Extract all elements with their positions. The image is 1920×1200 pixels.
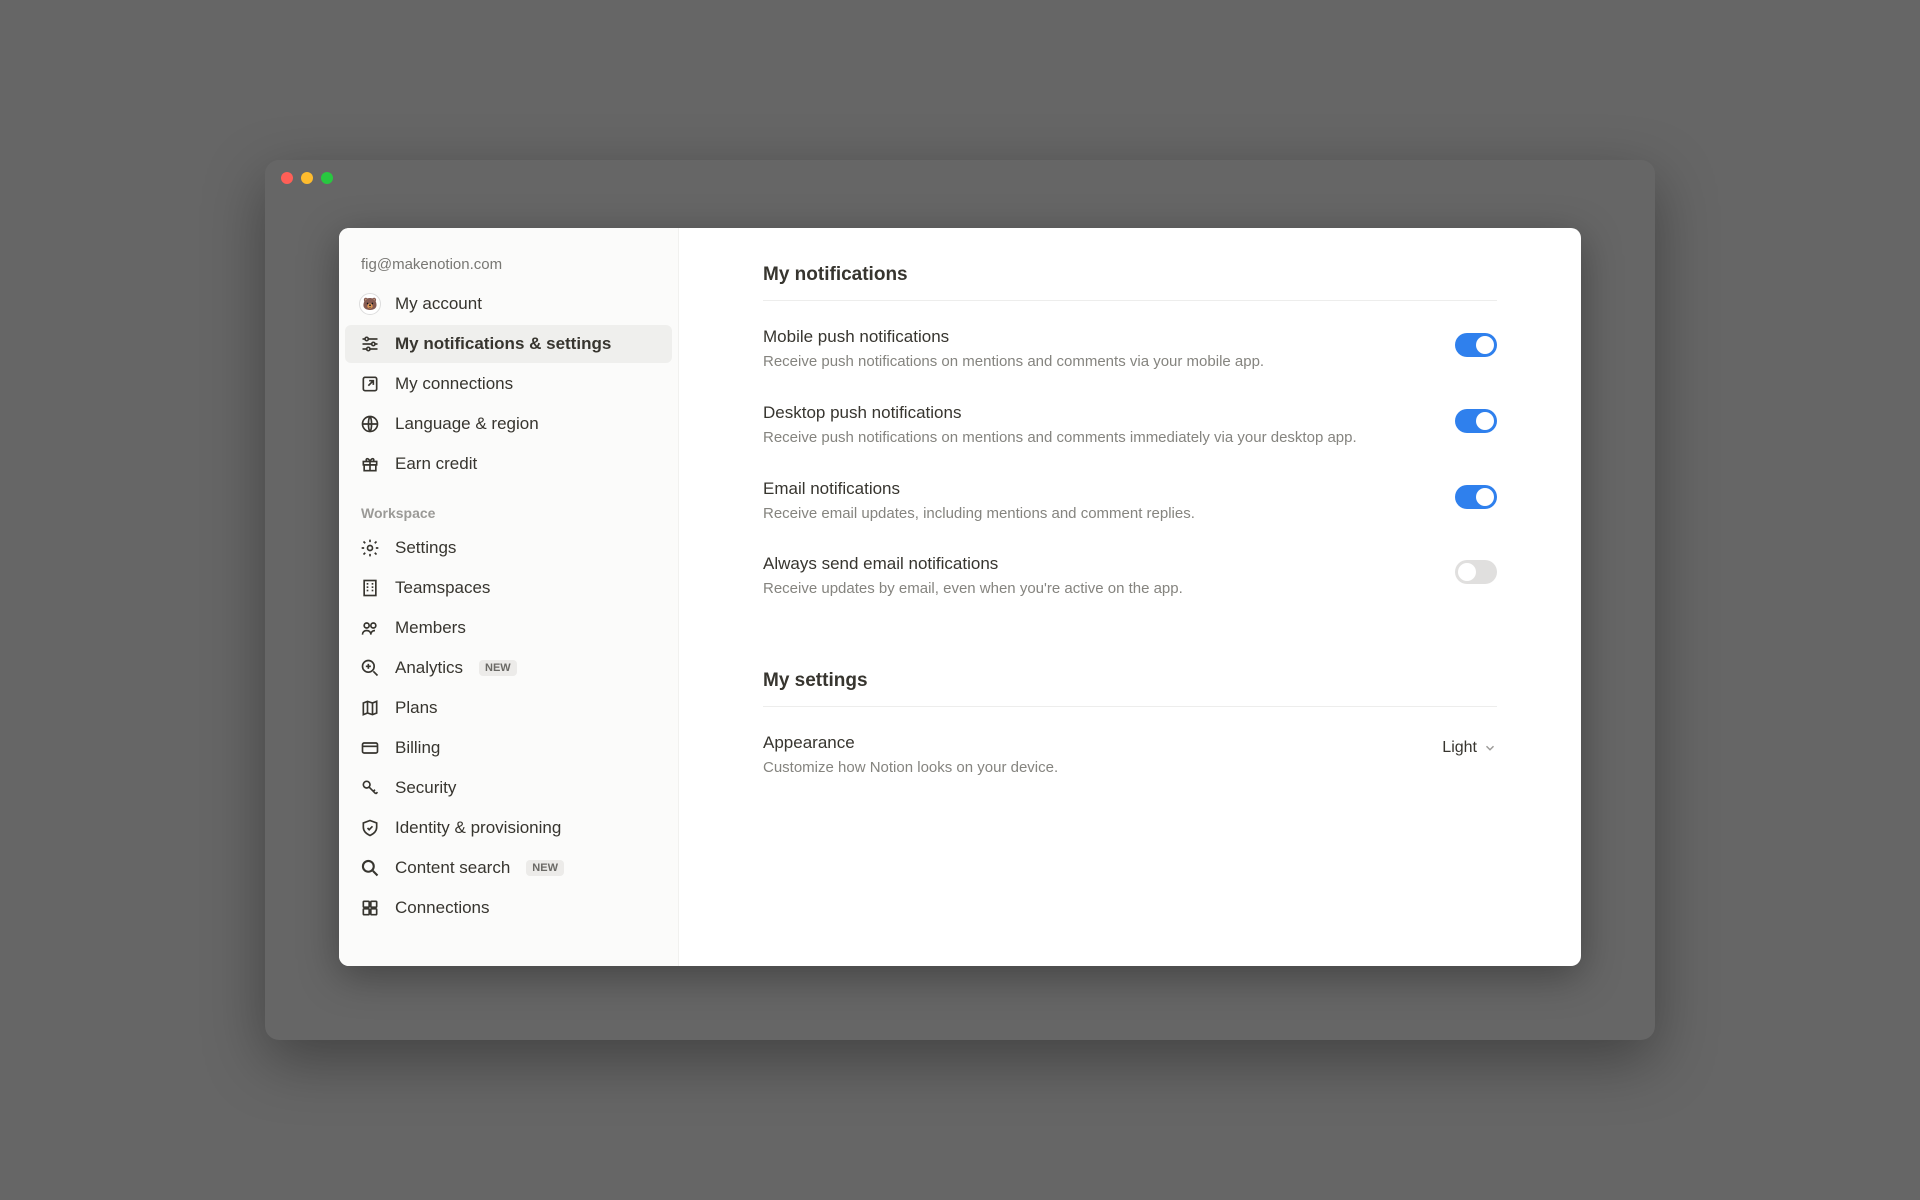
minimize-window-button[interactable] bbox=[301, 172, 313, 184]
credit-card-icon bbox=[359, 737, 381, 759]
setting-desc: Customize how Notion looks on your devic… bbox=[763, 757, 1412, 779]
sidebar-item-security[interactable]: Security bbox=[345, 769, 672, 807]
chevron-down-icon bbox=[1483, 741, 1497, 755]
setting-desc: Receive push notifications on mentions a… bbox=[763, 427, 1425, 449]
setting-label: Mobile push notifications bbox=[763, 327, 1425, 347]
setting-desc: Receive updates by email, even when you'… bbox=[763, 578, 1425, 600]
setting-row-always-email: Always send email notifications Receive … bbox=[763, 554, 1497, 600]
setting-label: Email notifications bbox=[763, 479, 1425, 499]
settings-main: My notifications Mobile push notificatio… bbox=[679, 228, 1581, 966]
search-icon bbox=[359, 857, 381, 879]
new-badge: NEW bbox=[479, 660, 517, 676]
setting-desc: Receive email updates, including mention… bbox=[763, 503, 1425, 525]
sidebar-item-content-search[interactable]: Content search NEW bbox=[345, 849, 672, 887]
sidebar-item-members[interactable]: Members bbox=[345, 609, 672, 647]
sidebar-item-plans[interactable]: Plans bbox=[345, 689, 672, 727]
app-window: fig@makenotion.com 🐻 My account My notif… bbox=[265, 160, 1655, 1040]
map-icon bbox=[359, 697, 381, 719]
toggle-desktop-push[interactable] bbox=[1455, 409, 1497, 433]
sidebar-item-label: Plans bbox=[395, 698, 438, 718]
sidebar-item-earn-credit[interactable]: Earn credit bbox=[345, 445, 672, 483]
sidebar-item-label: Identity & provisioning bbox=[395, 818, 561, 838]
sidebar-item-label: Billing bbox=[395, 738, 440, 758]
sidebar-item-label: Teamspaces bbox=[395, 578, 490, 598]
toggle-email[interactable] bbox=[1455, 485, 1497, 509]
section-title-settings: My settings bbox=[763, 670, 1497, 707]
titlebar bbox=[265, 160, 1655, 196]
sidebar-item-connections[interactable]: Connections bbox=[345, 889, 672, 927]
sidebar-item-label: My connections bbox=[395, 374, 513, 394]
account-email: fig@makenotion.com bbox=[339, 248, 678, 283]
external-link-icon bbox=[359, 373, 381, 395]
people-icon bbox=[359, 617, 381, 639]
magnify-plus-icon bbox=[359, 657, 381, 679]
sidebar-item-label: Earn credit bbox=[395, 454, 477, 474]
new-badge: NEW bbox=[526, 860, 564, 876]
sidebar-item-analytics[interactable]: Analytics NEW bbox=[345, 649, 672, 687]
sidebar-item-label: Content search bbox=[395, 858, 510, 878]
sidebar-item-label: My notifications & settings bbox=[395, 334, 611, 354]
globe-icon bbox=[359, 413, 381, 435]
toggle-always-email[interactable] bbox=[1455, 560, 1497, 584]
sidebar-item-identity[interactable]: Identity & provisioning bbox=[345, 809, 672, 847]
section-title-notifications: My notifications bbox=[763, 264, 1497, 301]
maximize-window-button[interactable] bbox=[321, 172, 333, 184]
sidebar-item-label: Settings bbox=[395, 538, 456, 558]
building-icon bbox=[359, 577, 381, 599]
sidebar-item-label: Members bbox=[395, 618, 466, 638]
sidebar-item-notifications-settings[interactable]: My notifications & settings bbox=[345, 325, 672, 363]
gear-icon bbox=[359, 537, 381, 559]
appearance-value: Light bbox=[1442, 739, 1477, 757]
setting-label: Appearance bbox=[763, 733, 1412, 753]
workspace-section-header: Workspace bbox=[339, 485, 678, 527]
sidebar-item-my-account[interactable]: 🐻 My account bbox=[345, 285, 672, 323]
sidebar-item-label: My account bbox=[395, 294, 482, 314]
setting-row-mobile-push: Mobile push notifications Receive push n… bbox=[763, 327, 1497, 373]
setting-row-appearance: Appearance Customize how Notion looks on… bbox=[763, 733, 1497, 779]
setting-desc: Receive push notifications on mentions a… bbox=[763, 351, 1425, 373]
setting-row-desktop-push: Desktop push notifications Receive push … bbox=[763, 403, 1497, 449]
sidebar-item-settings[interactable]: Settings bbox=[345, 529, 672, 567]
gift-icon bbox=[359, 453, 381, 475]
sidebar-item-label: Security bbox=[395, 778, 456, 798]
setting-row-email: Email notifications Receive email update… bbox=[763, 479, 1497, 525]
grid-icon bbox=[359, 897, 381, 919]
close-window-button[interactable] bbox=[281, 172, 293, 184]
key-icon bbox=[359, 777, 381, 799]
sidebar-item-language-region[interactable]: Language & region bbox=[345, 405, 672, 443]
avatar-icon: 🐻 bbox=[359, 293, 381, 315]
sidebar-item-label: Language & region bbox=[395, 414, 539, 434]
toggle-mobile-push[interactable] bbox=[1455, 333, 1497, 357]
setting-label: Always send email notifications bbox=[763, 554, 1425, 574]
sidebar-item-label: Connections bbox=[395, 898, 490, 918]
sliders-icon bbox=[359, 333, 381, 355]
sidebar-item-teamspaces[interactable]: Teamspaces bbox=[345, 569, 672, 607]
settings-panel: fig@makenotion.com 🐻 My account My notif… bbox=[339, 228, 1581, 966]
sidebar-item-label: Analytics bbox=[395, 658, 463, 678]
settings-sidebar: fig@makenotion.com 🐻 My account My notif… bbox=[339, 228, 679, 966]
sidebar-item-my-connections[interactable]: My connections bbox=[345, 365, 672, 403]
shield-check-icon bbox=[359, 817, 381, 839]
setting-label: Desktop push notifications bbox=[763, 403, 1425, 423]
appearance-select[interactable]: Light bbox=[1442, 739, 1497, 757]
sidebar-item-billing[interactable]: Billing bbox=[345, 729, 672, 767]
